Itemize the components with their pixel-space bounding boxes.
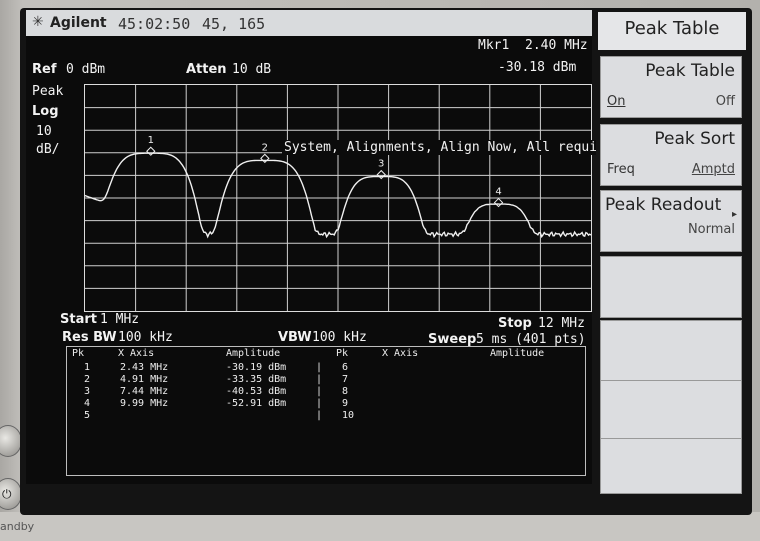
peak-row-pk-right: 6 [342, 362, 349, 373]
peak-marker-diamond [146, 146, 156, 156]
peak-table-toggle-key[interactable]: Peak Table On Off [600, 56, 742, 118]
header-x-axis-2: X Axis [382, 348, 419, 359]
table-divider: | [316, 410, 323, 421]
header-pk: Pk [72, 348, 85, 359]
peak-row-x: 2.43 MHz [120, 362, 169, 373]
peak-row-pk: 2 [84, 374, 91, 385]
peak-sort-amptd: Amptd [691, 162, 735, 177]
bezel-bottom [0, 512, 760, 541]
start-label: Start [60, 312, 97, 327]
standby-label: andby [0, 520, 35, 533]
marker-amplitude: -30.18 dBm [498, 60, 577, 75]
peak-row-pk-right: 8 [342, 386, 349, 397]
peak-row-amplitude: -33.35 dBm [226, 374, 287, 385]
stop-label: Stop [498, 316, 532, 331]
peak-marker-label: 3 [378, 159, 384, 170]
header-x-axis: X Axis [118, 348, 155, 359]
vbw-value: 100 kHz [312, 330, 367, 345]
header-pk-2: Pk [336, 348, 349, 359]
table-divider: | [316, 386, 323, 397]
peak-marker-label: 2 [262, 142, 268, 153]
peak-table-key-label: Peak Table [645, 61, 735, 81]
title-bar: ✳ Agilent 45:02:50 45, 165 [26, 10, 592, 36]
marker-label: Mkr1 [478, 38, 510, 53]
peak-marker-diamond [376, 169, 386, 180]
peak-table-on: On [607, 94, 626, 109]
submenu-arrow-icon: ▸ [731, 209, 737, 220]
softkey-blank-4[interactable] [600, 256, 742, 318]
peak-marker-diamond [260, 153, 270, 164]
ref-value: 0 dBm [66, 62, 106, 77]
peak-row-pk-right: 10 [342, 410, 355, 421]
peak-marker-diamond [493, 197, 504, 208]
resbw-value: 100 kHz [118, 330, 173, 345]
peak-table-off: Off [715, 94, 735, 109]
table-divider: | [316, 374, 323, 385]
softkey-blank-5[interactable] [600, 320, 742, 382]
sweep-label: Sweep [428, 332, 477, 347]
softkey-blank-7[interactable] [600, 438, 742, 494]
table-divider: | [316, 362, 323, 373]
atten-label: Atten [186, 62, 227, 77]
softkey-blank-6[interactable] [600, 380, 742, 442]
power-icon: ⏻ [2, 487, 12, 501]
peak-readout-label: Peak Readout [605, 195, 722, 215]
ref-label: Ref [32, 62, 57, 77]
brand-name: Agilent [50, 15, 107, 31]
vbw-label: VBW [278, 330, 312, 345]
peak-marker-label: 1 [148, 135, 154, 146]
scale-value: 10 [36, 124, 52, 139]
start-value: 1 MHz [100, 312, 140, 327]
peak-marker-label: 4 [495, 187, 501, 198]
peak-row-pk: 3 [84, 386, 91, 397]
menu-title: Peak Table [598, 12, 746, 50]
peak-row-pk-right: 7 [342, 374, 349, 385]
peak-row-x: 4.91 MHz [120, 374, 169, 385]
stop-value: 12 MHz [538, 316, 585, 331]
marker-frequency: 2.40 MHz [525, 38, 588, 53]
coordinates: 45, 165 [202, 15, 266, 33]
peak-readout-key[interactable]: Peak Readout ▸ Normal [600, 190, 742, 252]
agilent-logo-icon: ✳ [32, 14, 44, 30]
peak-row-amplitude: -40.53 dBm [226, 386, 287, 397]
peak-row-x: 7.44 MHz [120, 386, 169, 397]
peak-row-amplitude: -30.19 dBm [226, 362, 287, 373]
resbw-label: Res BW [62, 330, 117, 345]
sweep-value: 5 ms (401 pts) [476, 332, 586, 347]
peak-sort-freq: Freq [607, 162, 635, 177]
peak-row-pk: 5 [84, 410, 91, 421]
header-amplitude: Amplitude [226, 348, 281, 359]
trace-plot: 1 2 3 4 [85, 85, 591, 311]
peak-row-pk-right: 9 [342, 398, 349, 409]
header-amplitude-2: Amplitude [490, 348, 545, 359]
peak-sort-key[interactable]: Peak Sort Freq Amptd [600, 124, 742, 186]
peak-row-amplitude: -52.91 dBm [226, 398, 287, 409]
peak-sort-label: Peak Sort [654, 129, 735, 149]
peak-row-pk: 1 [84, 362, 91, 373]
table-divider: | [316, 398, 323, 409]
scale-unit: dB/ [36, 142, 60, 157]
graticule: 1 2 3 4 [84, 84, 592, 312]
clock: 45:02:50 [118, 15, 191, 33]
peak-row-x: 9.99 MHz [120, 398, 169, 409]
scale-type: Log [32, 104, 59, 119]
alignment-message: System, Alignments, Align Now, All requi… [282, 140, 623, 155]
detector-mode: Peak [32, 84, 64, 99]
atten-value: 10 dB [232, 62, 272, 77]
peak-row-pk: 4 [84, 398, 91, 409]
peak-readout-value: Normal [687, 222, 735, 237]
